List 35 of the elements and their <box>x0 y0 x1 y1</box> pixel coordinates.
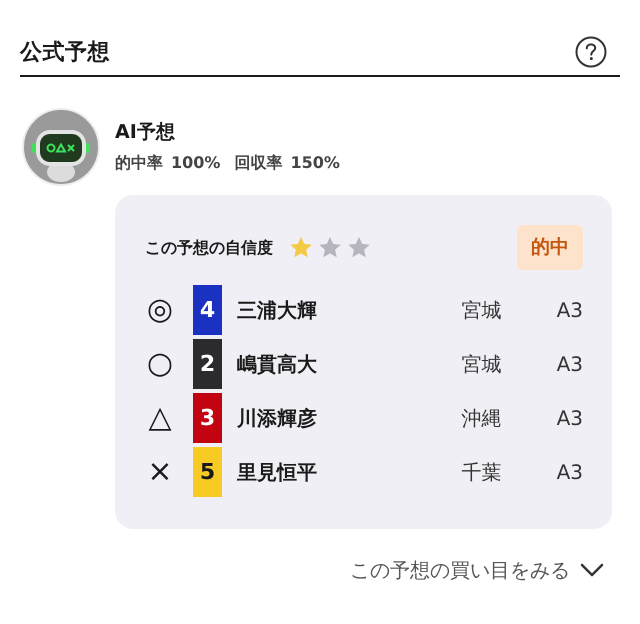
empty-star-icon <box>347 236 371 259</box>
help-icon[interactable] <box>575 36 607 68</box>
result-badge: 的中 <box>517 225 583 270</box>
prediction-mark: ○ <box>146 349 174 379</box>
stat-value: 150% <box>290 152 340 173</box>
prefecture: 沖縄 <box>462 405 503 432</box>
stat-label: 回収率 <box>234 152 282 173</box>
chevron-down-icon <box>580 563 604 577</box>
show-bets-link[interactable]: この予想の買い目をみる <box>350 555 604 585</box>
prediction-mark: ◎ <box>146 295 174 325</box>
boat-number: 4 <box>193 285 222 335</box>
prefecture: 千葉 <box>462 459 503 486</box>
racer-name: 嶋貫高大 <box>237 351 318 378</box>
racer-class: A3 <box>556 405 583 432</box>
racer-name: 川添輝彦 <box>237 405 318 432</box>
empty-star-icon <box>318 236 342 259</box>
racer-name: 里見恒平 <box>237 459 318 486</box>
robot-avatar-icon <box>22 108 100 186</box>
boat-number: 3 <box>193 393 222 443</box>
confidence-label: この予想の自信度 <box>145 236 273 258</box>
stat-label: 的中率 <box>115 152 163 173</box>
filled-star-icon <box>289 236 313 259</box>
stat-value: 100% <box>171 152 220 173</box>
boat-number: 2 <box>193 339 222 389</box>
boat-number: 5 <box>193 447 222 497</box>
racer-class: A3 <box>556 351 583 378</box>
racer-name: 三浦大輝 <box>237 297 318 324</box>
predictor-name: AI予想 <box>115 121 176 145</box>
prefecture: 宮城 <box>462 351 503 378</box>
prediction-mark: × <box>147 457 173 487</box>
prefecture: 宮城 <box>462 297 503 324</box>
section-title: 公式予想 <box>20 42 110 64</box>
racer-class: A3 <box>556 297 583 324</box>
prediction-mark: △ <box>148 403 172 433</box>
racer-class: A3 <box>556 459 583 486</box>
